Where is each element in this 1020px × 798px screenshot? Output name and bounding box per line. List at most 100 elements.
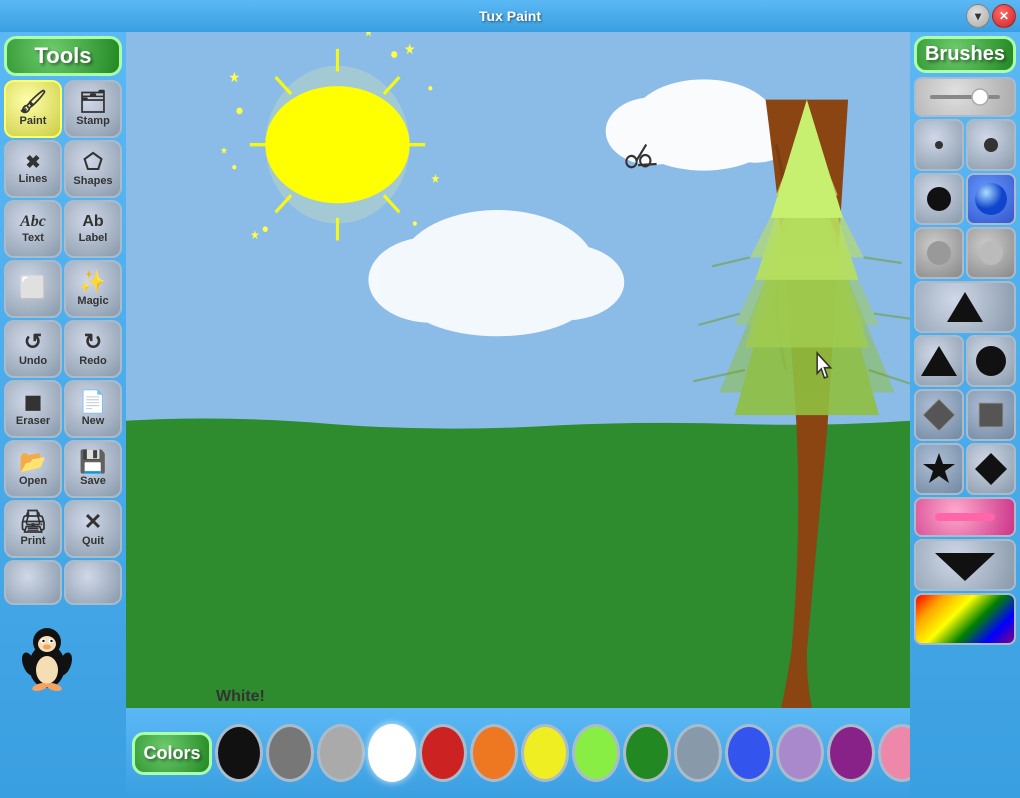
tool-spacer-row [4,560,122,605]
up-arrow-icon [945,287,985,327]
magic-icon: ✨ [79,271,106,293]
brush-filled-circle[interactable] [966,335,1016,387]
brush-row-2 [914,173,1016,225]
mascot-area [4,607,122,794]
brush-gray-circle-2[interactable] [966,227,1016,279]
color-blue[interactable] [725,724,773,782]
new-label: New [82,415,105,427]
tool-quit[interactable]: ✕ Quit [64,500,122,558]
brush-small-dot[interactable] [914,119,964,171]
text-icon: Abc [20,214,46,230]
quit-label: Quit [82,535,104,547]
lines-icon: ✖ [25,153,40,171]
close-button[interactable]: ✕ [992,4,1016,28]
color-slate[interactable] [674,724,722,782]
brush-down-triangle[interactable] [914,539,1016,591]
size-slider-icon [925,87,1005,107]
colors-bar: Colors 💉 [126,708,910,798]
brush-star[interactable] [914,443,964,495]
quit-icon: ✕ [84,511,102,533]
brush-square-outline[interactable] [966,389,1016,441]
tool-label[interactable]: Ab Label [64,200,122,258]
gray-circle-icon [919,233,959,273]
star-icon [919,449,959,489]
brush-diamond-outline[interactable] [914,389,964,441]
tool-lines[interactable]: ✖ Lines [4,140,62,198]
window-controls: ▾ ✕ [966,4,1016,28]
canvas-area[interactable]: White! Colors 💉 [126,32,910,798]
drawing-canvas[interactable] [126,32,910,708]
eraser-icon: ◼ [24,391,42,413]
color-red[interactable] [419,724,467,782]
color-lightgreen[interactable] [572,724,620,782]
tool-magic[interactable]: ✨ Magic [64,260,122,318]
brush-special-pink[interactable] [914,497,1016,537]
brush-blue-sphere[interactable] [966,173,1016,225]
color-name-text: White! [216,688,265,705]
brush-large-dot[interactable] [914,173,964,225]
color-black[interactable] [215,724,263,782]
shapes-icon: ⬠ [83,151,102,173]
tool-spacer-2 [64,560,122,605]
color-yellow[interactable] [521,724,569,782]
tool-open[interactable]: 📂 Open [4,440,62,498]
open-icon: 📂 [19,451,46,473]
color-orange[interactable] [470,724,518,782]
tool-text[interactable]: Abc Text [4,200,62,258]
color-white[interactable] [368,724,416,782]
tool-row-2: ✖ Lines ⬠ Shapes [4,140,122,198]
color-purple[interactable] [776,724,824,782]
shapes-label: Shapes [73,175,112,187]
brush-size-slider[interactable] [914,77,1016,117]
color-lightgray[interactable] [317,724,365,782]
blue-sphere-icon [971,179,1011,219]
brush-row-6 [914,389,1016,441]
brush-row-3 [914,227,1016,279]
tool-row-1: 🖌 Paint 🗂 Stamp [4,80,122,138]
tools-heading: Tools [4,36,122,76]
brush-row-7 [914,443,1016,495]
tool-eraser[interactable]: ◼ Eraser [4,380,62,438]
brush-rainbow[interactable] [914,593,1016,645]
stamp-icon: 🗂 [79,91,107,113]
tool-paint[interactable]: 🖌 Paint [4,80,62,138]
brush-up-arrow[interactable] [914,281,1016,333]
brushes-panel: Brushes [910,32,1020,798]
paint-icon: 🖌 [19,91,47,113]
brush-triangle[interactable] [914,335,964,387]
tool-stamp[interactable]: 🗂 Stamp [64,80,122,138]
tool-new[interactable]: 📄 New [64,380,122,438]
tool-fill[interactable]: ⬜ [4,260,62,318]
tool-shapes[interactable]: ⬠ Shapes [64,140,122,198]
brushes-heading: Brushes [914,36,1016,73]
tool-save[interactable]: 💾 Save [64,440,122,498]
minimize-button[interactable]: ▾ [966,4,990,28]
brush-filled-diamond[interactable] [966,443,1016,495]
open-label: Open [19,475,47,487]
new-icon: 📄 [79,391,106,413]
tool-row-8: 🖨 Print ✕ Quit [4,500,122,558]
brush-gray-circle[interactable] [914,227,964,279]
tool-undo[interactable]: ↺ Undo [4,320,62,378]
square-outline-icon [971,395,1011,435]
gray-circle-2-icon [971,233,1011,273]
color-gray[interactable] [266,724,314,782]
color-pink[interactable] [878,724,910,782]
tool-redo[interactable]: ↻ Redo [64,320,122,378]
title-bar: Tux Paint ▾ ✕ [0,0,1020,32]
filled-circle-icon [971,341,1011,381]
tool-row-7: 📂 Open 💾 Save [4,440,122,498]
tool-print[interactable]: 🖨 Print [4,500,62,558]
label-icon: Ab [82,214,103,230]
brush-medium-dot[interactable] [966,119,1016,171]
down-triangle-icon [925,545,1005,585]
app-title: Tux Paint [479,8,541,24]
color-darkpurple[interactable] [827,724,875,782]
brush-row-5 [914,335,1016,387]
colors-heading: Colors [132,732,212,775]
main-layout: Tools 🖌 Paint 🗂 Stamp ✖ Lines ⬠ Shapes [0,32,1020,798]
lines-label: Lines [19,173,48,185]
color-green[interactable] [623,724,671,782]
paint-label: Paint [20,115,47,127]
brush-row-1 [914,119,1016,171]
